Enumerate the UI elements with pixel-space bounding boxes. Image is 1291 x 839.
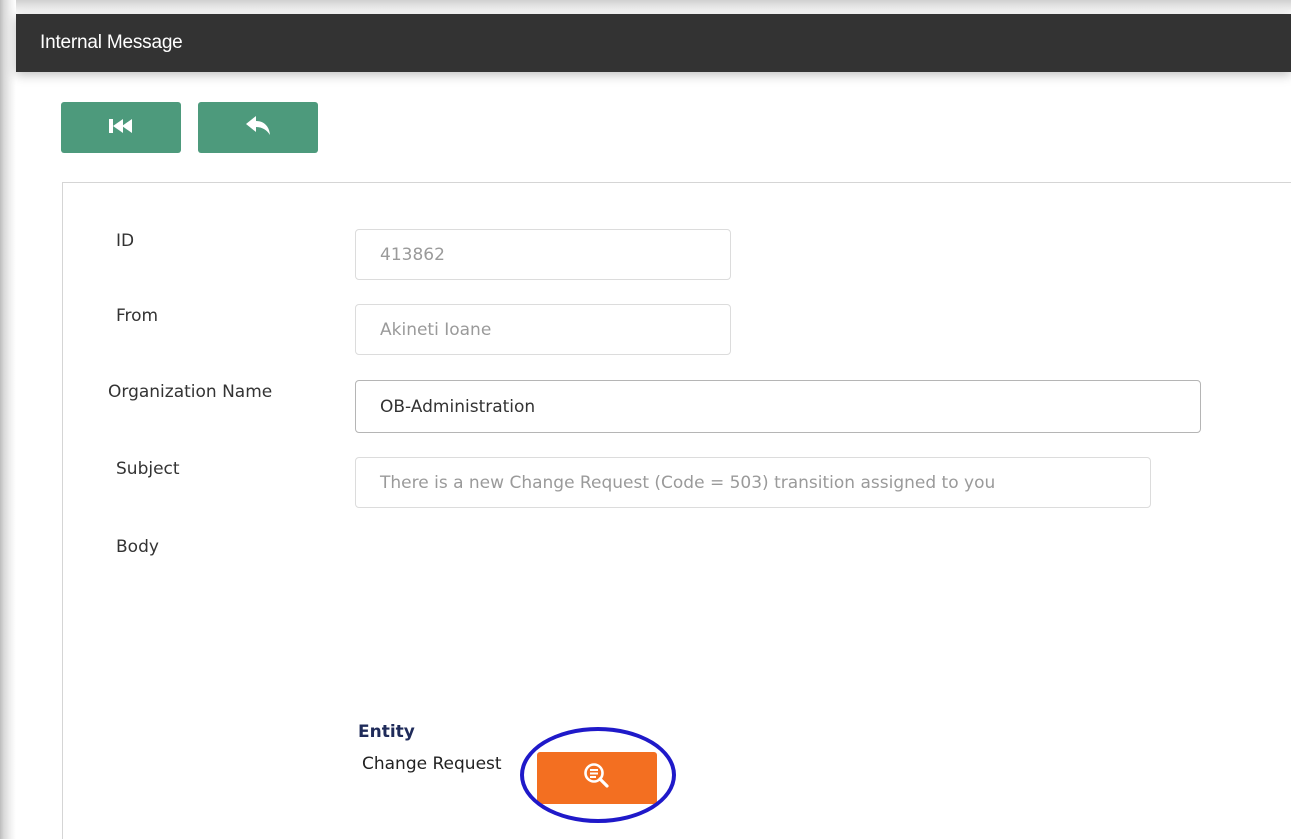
skip-to-first-icon (104, 117, 138, 139)
reply-back-icon (243, 115, 273, 141)
internal-message-window: Internal Message ID 413862 From Akineti … (16, 14, 1291, 839)
from-field[interactable]: Akineti Ioane (355, 304, 731, 355)
view-entity-button[interactable] (537, 752, 657, 804)
window-shadow-left (0, 0, 16, 839)
subject-label: Subject (116, 459, 180, 479)
message-form-panel: ID 413862 From Akineti Ioane Organizatio… (62, 182, 1291, 839)
entity-type-value: Change Request (362, 754, 502, 774)
organization-name-field[interactable]: OB-Administration (355, 380, 1201, 433)
entity-heading: Entity (358, 722, 415, 742)
id-field[interactable]: 413862 (355, 229, 731, 280)
back-button[interactable] (198, 102, 318, 153)
window-shadow-top (0, 0, 1291, 14)
id-label: ID (116, 231, 135, 251)
title-bar: Internal Message (16, 14, 1291, 72)
organization-name-label: Organization Name (108, 382, 273, 402)
first-record-button[interactable] (61, 102, 181, 153)
search-document-icon (582, 761, 612, 795)
body-label: Body (116, 537, 159, 557)
subject-field[interactable]: There is a new Change Request (Code = 50… (355, 457, 1151, 508)
from-label: From (116, 306, 159, 326)
window-title: Internal Message (40, 32, 183, 53)
